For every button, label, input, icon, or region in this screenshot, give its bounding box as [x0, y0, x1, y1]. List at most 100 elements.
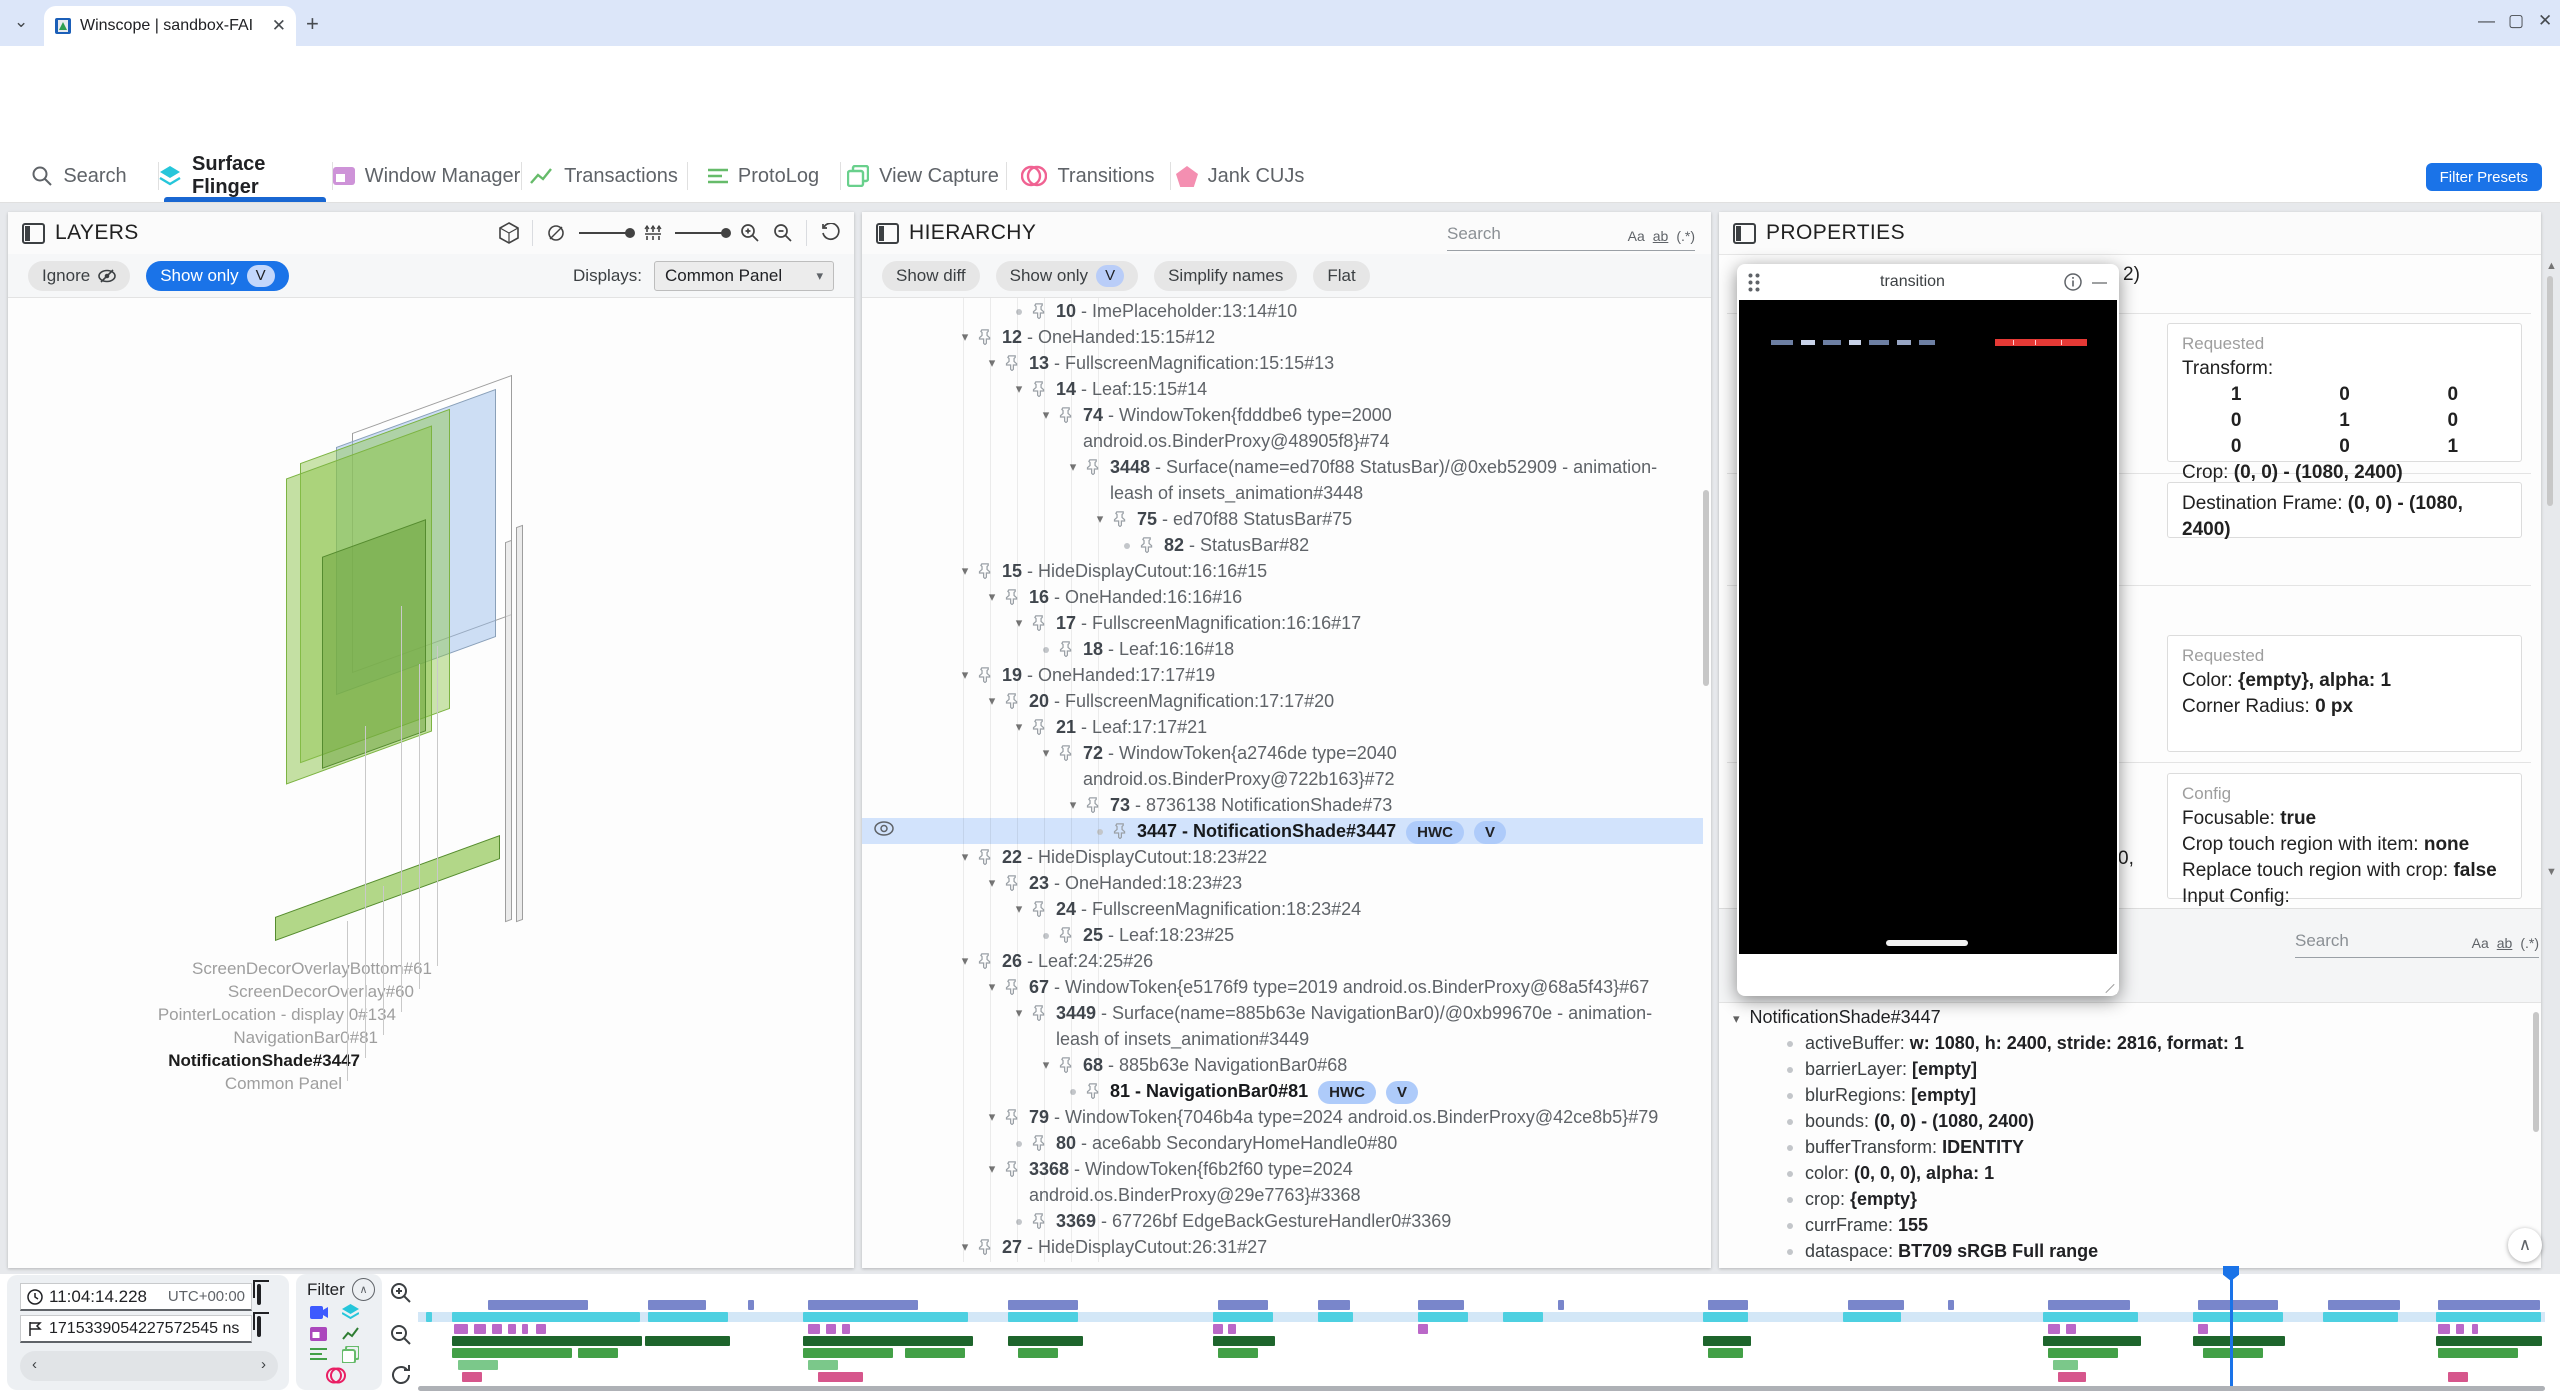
trace-entry-segment[interactable]: [508, 1324, 516, 1334]
show-only-v-button[interactable]: Show only V: [146, 261, 288, 291]
layer-rect[interactable]: [516, 525, 523, 923]
trace-entry-segment[interactable]: [2193, 1336, 2285, 1346]
trace-entry-segment[interactable]: [1318, 1312, 1353, 1322]
hierarchy-row-23[interactable]: ▾23 - OneHanded:18:23#23: [862, 870, 1703, 896]
hierarchy-scrollbar[interactable]: [1703, 490, 1709, 686]
hierarchy-row-73[interactable]: ▾73 - 8736138 NotificationShade#73: [862, 792, 1703, 818]
trace-entry-segment[interactable]: [452, 1348, 572, 1358]
tab-transitions[interactable]: Transitions: [1006, 150, 1170, 202]
expand-arrow-icon[interactable]: ▾: [952, 948, 978, 974]
hierarchy-row-21[interactable]: ▾21 - Leaf:17:17#21: [862, 714, 1703, 740]
trace-entry-segment[interactable]: [2438, 1300, 2540, 1310]
layer-label[interactable]: Common Panel: [225, 1074, 342, 1094]
expand-arrow-icon[interactable]: ▾: [1006, 1000, 1032, 1026]
pin-icon[interactable]: [1140, 532, 1164, 553]
trace-entry-segment[interactable]: [826, 1324, 836, 1334]
expand-arrow-icon[interactable]: ▾: [979, 1156, 1005, 1182]
hierarchy-row-80[interactable]: 80 - ace6abb SecondaryHomeHandle0#80: [862, 1130, 1703, 1156]
expand-arrow-icon[interactable]: ▾: [952, 662, 978, 688]
timeline-zoom-in-icon[interactable]: [388, 1280, 414, 1306]
hierarchy-row-26[interactable]: ▾26 - Leaf:24:25#26: [862, 948, 1703, 974]
hierarchy-row-3369[interactable]: 3369 - 67726bf EdgeBackGestureHandler0#3…: [862, 1208, 1703, 1234]
property-item-currFrame[interactable]: currFrame: 155: [1787, 1215, 1928, 1236]
trace-entry-segment[interactable]: [2043, 1336, 2141, 1346]
trace-entry-segment[interactable]: [536, 1324, 546, 1334]
trace-entry-segment[interactable]: [648, 1312, 728, 1322]
screen-recording-icon[interactable]: [310, 1306, 328, 1319]
hierarchy-row-3447[interactable]: 3447 - NotificationShade#3447HWCV: [862, 818, 1703, 844]
match-case-icon[interactable]: Aa: [1628, 228, 1645, 244]
property-item-dataspace[interactable]: dataspace: BT709 sRGB Full range: [1787, 1241, 2098, 1262]
trace-entry-segment[interactable]: [1318, 1300, 1350, 1310]
visibility-icon[interactable]: [874, 821, 894, 836]
expand-arrow-icon[interactable]: ▾: [952, 844, 978, 870]
hierarchy-row-20[interactable]: ▾20 - FullscreenMagnification:17:17#20: [862, 688, 1703, 714]
expand-arrow-icon[interactable]: ▾: [1060, 454, 1086, 480]
timeline-tracks[interactable]: [418, 1274, 2545, 1386]
minimize-overlay-icon[interactable]: —: [2092, 274, 2107, 291]
trace-entry-segment[interactable]: [803, 1336, 973, 1346]
trace-entry-segment[interactable]: [1228, 1324, 1236, 1334]
trace-entry-segment[interactable]: [648, 1300, 706, 1310]
trace-entry-segment[interactable]: [1018, 1348, 1058, 1358]
trace-entry-segment[interactable]: [803, 1348, 893, 1358]
expand-arrow-icon[interactable]: ▾: [1006, 376, 1032, 402]
expand-arrow-icon[interactable]: ▾: [979, 350, 1005, 376]
property-item-crop[interactable]: crop: {empty}: [1787, 1189, 1917, 1210]
expand-timeline-button[interactable]: ∧: [2508, 1228, 2542, 1262]
expand-arrow-icon[interactable]: ▾: [952, 558, 978, 584]
timeline-scrollbar[interactable]: [418, 1386, 2545, 1391]
flat-button[interactable]: Flat: [1313, 261, 1369, 291]
hierarchy-row-24[interactable]: ▾24 - FullscreenMagnification:18:23#24: [862, 896, 1703, 922]
trace-entry-segment[interactable]: [2048, 1324, 2060, 1334]
trace-entry-segment[interactable]: [2203, 1348, 2263, 1358]
trace-entry-segment[interactable]: [2058, 1372, 2086, 1382]
timeline-cursor[interactable]: [2230, 1266, 2233, 1386]
trace-entry-segment[interactable]: [1503, 1312, 1543, 1322]
trace-entry-segment[interactable]: [1218, 1300, 1268, 1310]
collapse-panel-icon[interactable]: [22, 223, 45, 244]
surface-flinger-icon[interactable]: [342, 1304, 359, 1320]
trace-entry-segment[interactable]: [1008, 1300, 1078, 1310]
layer-label[interactable]: ScreenDecorOverlayBottom#61: [192, 959, 432, 979]
trace-entry-segment[interactable]: [1708, 1348, 1743, 1358]
trace-entry-segment[interactable]: [474, 1324, 486, 1334]
expand-arrow-icon[interactable]: ▾: [952, 324, 978, 350]
trace-entry-segment[interactable]: [1948, 1300, 1954, 1310]
hierarchy-row-81[interactable]: 81 - NavigationBar0#81HWCV: [862, 1078, 1703, 1104]
tab-view-capture[interactable]: View Capture: [840, 150, 1006, 202]
hierarchy-row-68[interactable]: ▾68 - 885b63e NavigationBar0#68: [862, 1052, 1703, 1078]
trace-entry-segment[interactable]: [1008, 1312, 1078, 1322]
properties-scrollbar[interactable]: [2547, 276, 2553, 506]
timeline-hscrollbar[interactable]: ‹ ›: [20, 1351, 278, 1381]
tab-window-manager[interactable]: Window Manager: [332, 150, 521, 202]
property-item-bounds[interactable]: bounds: (0, 0) - (1080, 2400): [1787, 1111, 2034, 1132]
hierarchy-row-72[interactable]: ▾72 - WindowToken{a2746de type=2040 andr…: [862, 740, 1703, 792]
trace-entry-segment[interactable]: [748, 1300, 754, 1310]
expand-arrow-icon[interactable]: ▾: [1087, 506, 1113, 532]
timestamp-ns-field[interactable]: 1715339054227572545 ns: [20, 1315, 252, 1343]
hierarchy-row-10[interactable]: 10 - ImePlaceholder:13:14#10: [862, 298, 1703, 324]
trace-entry-segment[interactable]: [808, 1360, 838, 1370]
trace-entry-segment[interactable]: [2053, 1360, 2078, 1370]
trace-entry-segment[interactable]: [1703, 1312, 1748, 1322]
tab-transactions[interactable]: Transactions: [521, 150, 687, 202]
show-only-v-button[interactable]: Show only V: [996, 261, 1138, 291]
transitions-icon[interactable]: [326, 1367, 346, 1384]
trace-entry-segment[interactable]: [488, 1300, 588, 1310]
scroll-up-icon[interactable]: ▲: [2546, 260, 2557, 272]
hierarchy-row-28[interactable]: ▾28 - OneHanded:26:31#28: [862, 1260, 1703, 1262]
timeline-zoom-out-icon[interactable]: [388, 1322, 414, 1348]
expand-arrow-icon[interactable]: ▾: [979, 974, 1005, 1000]
hierarchy-row-74[interactable]: ▾74 - WindowToken{fdddbe6 type=2000 andr…: [862, 402, 1703, 454]
hierarchy-row-75[interactable]: ▾75 - ed70f88 StatusBar#75: [862, 506, 1703, 532]
trace-entry-segment[interactable]: [1708, 1300, 1748, 1310]
trace-entry-segment[interactable]: [808, 1300, 918, 1310]
hierarchy-row-67[interactable]: ▾67 - WindowToken{e5176f9 type=2019 andr…: [862, 974, 1703, 1000]
zoom-in-icon[interactable]: [740, 223, 760, 243]
trace-entry-segment[interactable]: [2438, 1324, 2450, 1334]
expand-arrow-icon[interactable]: ▾: [979, 584, 1005, 610]
trace-entry-segment[interactable]: [452, 1312, 640, 1322]
window-minimize-button[interactable]: —: [2478, 11, 2495, 31]
expand-arrow-icon[interactable]: ▾: [1006, 714, 1032, 740]
